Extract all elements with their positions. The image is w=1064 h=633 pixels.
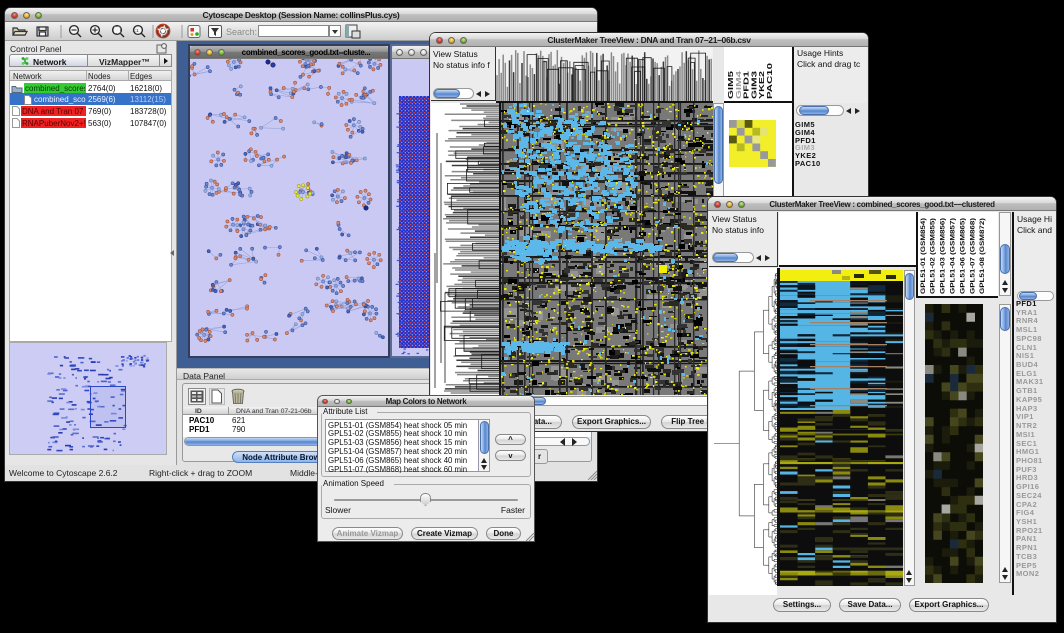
svg-text:PAC10: PAC10 (765, 63, 774, 99)
svg-text:GPL51-06 (GSM865): GPL51-06 (GSM865) (959, 218, 966, 294)
svg-text:GPL51-02 (GSM855): GPL51-02 (GSM855) (930, 218, 937, 294)
svg-text:1:1: 1:1 (132, 28, 139, 33)
svg-text:GPL51-04 (GSM857): GPL51-04 (GSM857) (950, 218, 957, 294)
svg-text:GPL51-08 (GSM872): GPL51-08 (GSM872) (979, 218, 986, 294)
svg-text:GPL51-01 (GSM854): GPL51-01 (GSM854) (920, 218, 927, 294)
svg-text:GPL51-07 (GSM868): GPL51-07 (GSM868) (969, 218, 976, 294)
svg-text:GPL51-03 (GSM856): GPL51-03 (GSM856) (940, 218, 947, 294)
